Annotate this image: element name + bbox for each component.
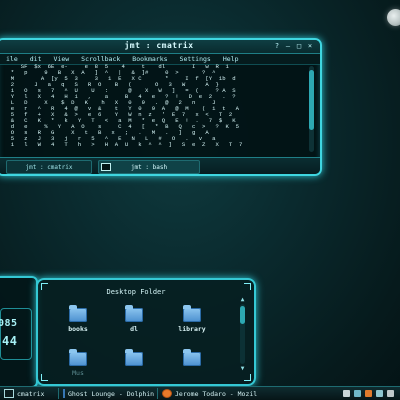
task-firefox[interactable]: Jerome Todaro - Mozil xyxy=(158,388,286,399)
folder-library[interactable]: library xyxy=(172,305,212,333)
scroll-down-icon[interactable]: ▼ xyxy=(239,365,246,372)
clock-hours: 085 xyxy=(0,318,18,329)
folder-books[interactable]: books xyxy=(58,305,98,333)
clock-widget[interactable]: 085 44 xyxy=(0,276,38,388)
tab-bash[interactable]: jmt : bash xyxy=(98,160,200,174)
clock-minutes: 44 xyxy=(2,334,18,348)
corner-ornament xyxy=(41,374,48,381)
tray-app-icon[interactable] xyxy=(343,390,350,397)
folder-scroll-thumb[interactable] xyxy=(240,306,245,324)
folder-icon xyxy=(125,305,143,322)
system-tray xyxy=(343,390,400,397)
terminal-icon xyxy=(4,389,14,398)
terminal-scrollbar-thumb[interactable] xyxy=(309,70,314,130)
tray-clipboard-icon[interactable] xyxy=(387,390,394,397)
moon-wallpaper xyxy=(387,9,400,26)
task-label: cmatrix xyxy=(17,389,45,398)
minimize-icon[interactable]: – xyxy=(284,42,292,50)
task-cmatrix[interactable]: cmatrix xyxy=(0,388,59,399)
folder-icon xyxy=(183,349,201,366)
desktop-folder-widget[interactable]: Desktop Folder books dl library Mus ▲ ▼ xyxy=(36,278,256,386)
terminal-scrollbar[interactable] xyxy=(309,66,314,152)
corner-ornament xyxy=(244,283,251,290)
folder-scrollbar[interactable]: ▲ ▼ xyxy=(239,296,246,374)
task-dolphin[interactable]: Ghost Lounge - Dolphin xyxy=(59,388,158,399)
folder-label: books xyxy=(68,325,88,333)
terminal-titlebar[interactable]: jmt : cmatrix ? – □ × xyxy=(0,40,320,54)
menu-file[interactable]: ile xyxy=(6,55,18,63)
help-icon[interactable]: ? xyxy=(273,42,281,50)
folder-scroll-track[interactable] xyxy=(240,304,245,364)
folder-label: library xyxy=(178,325,206,333)
folder-label: Mus xyxy=(72,369,84,377)
task-label: Ghost Lounge - Dolphin xyxy=(68,389,155,398)
maximize-icon[interactable]: □ xyxy=(295,42,303,50)
menu-settings[interactable]: Settings xyxy=(180,55,211,63)
menu-edit[interactable]: dit xyxy=(30,55,42,63)
scroll-up-icon[interactable]: ▲ xyxy=(239,296,246,303)
terminal-window[interactable]: jmt : cmatrix ? – □ × ile dit View Scrol… xyxy=(0,38,322,176)
tray-volume-icon[interactable] xyxy=(376,390,383,397)
folder-icon xyxy=(69,349,87,366)
tab-bash-label: jmt : bash xyxy=(130,163,168,171)
close-icon[interactable]: × xyxy=(306,42,314,50)
folder-dl[interactable]: dl xyxy=(114,305,154,333)
folder-icon xyxy=(183,305,201,322)
taskbar: cmatrix Ghost Lounge - Dolphin Jerome To… xyxy=(0,386,400,400)
menu-scrollback[interactable]: Scrollback xyxy=(81,55,120,63)
task-label: Jerome Todaro - Mozil xyxy=(175,389,258,398)
folder-music[interactable]: Mus xyxy=(58,349,98,377)
dolphin-icon xyxy=(63,389,65,398)
menu-view[interactable]: View xyxy=(54,55,70,63)
terminal-title: jmt : cmatrix xyxy=(124,41,194,50)
folder-icon xyxy=(69,305,87,322)
tray-update-icon[interactable] xyxy=(365,390,372,397)
folder-label: dl xyxy=(130,325,138,333)
tray-network-icon[interactable] xyxy=(354,390,361,397)
terminal-tabbar: jmt : cmatrix jmt : bash xyxy=(0,157,320,174)
folder-item-6[interactable] xyxy=(172,349,212,369)
folder-icon xyxy=(125,349,143,366)
terminal-icon xyxy=(101,163,111,171)
menu-bookmarks[interactable]: Bookmarks xyxy=(132,55,167,63)
terminal-output[interactable]: SF $x 6E e- e 8 5 4 t dl I w R 1 * p 9 B… xyxy=(4,64,304,154)
firefox-icon xyxy=(162,389,172,398)
menu-help[interactable]: Help xyxy=(223,55,239,63)
desktop-folder-title: Desktop Folder xyxy=(106,288,166,296)
folder-item-5[interactable] xyxy=(114,349,154,369)
tab-cmatrix[interactable]: jmt : cmatrix xyxy=(6,160,92,174)
corner-ornament xyxy=(244,374,251,381)
